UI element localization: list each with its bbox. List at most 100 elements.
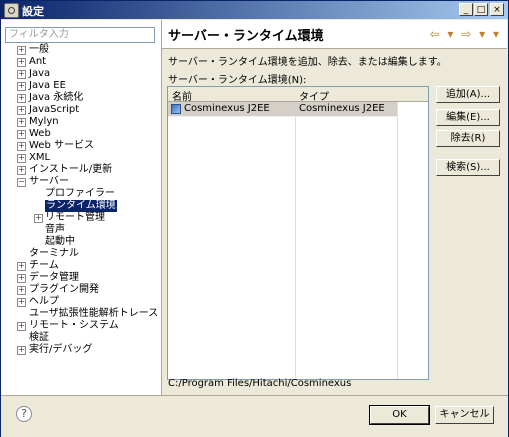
tree-item-user-trace[interactable]: ユーザ拡張性能解析トレース xyxy=(29,308,158,320)
gear-icon xyxy=(4,3,19,18)
tree-label: Mylyn xyxy=(29,116,59,127)
tree-item-web-services[interactable]: + Web サービス xyxy=(17,140,94,152)
tree-label: 一般 xyxy=(29,44,49,55)
expand-icon[interactable]: + xyxy=(17,58,26,67)
tree-item-remote-management[interactable]: + リモート管理 xyxy=(34,212,105,224)
tree-item-terminal[interactable]: ターミナル xyxy=(29,248,79,260)
expand-icon[interactable]: + xyxy=(17,286,26,295)
tree-label: チーム xyxy=(29,260,59,271)
search-button[interactable]: 検索(S)... xyxy=(436,159,500,176)
expand-icon[interactable]: + xyxy=(17,106,26,115)
close-button[interactable]: × xyxy=(490,3,504,16)
expand-icon[interactable]: + xyxy=(17,130,26,139)
expand-icon[interactable]: + xyxy=(17,298,26,307)
remove-button[interactable]: 除去(R) xyxy=(436,130,500,147)
tree-item-ant[interactable]: + Ant xyxy=(17,56,46,68)
minimize-button[interactable]: _ xyxy=(459,3,473,16)
column-header-name[interactable]: 名前 xyxy=(172,88,192,103)
ok-button[interactable]: OK xyxy=(369,405,430,425)
tree-item-runtime-environments[interactable]: ランタイム環境 xyxy=(45,200,117,212)
expand-icon[interactable]: + xyxy=(17,322,26,331)
expand-icon[interactable]: + xyxy=(17,94,26,103)
tree-item-mylyn[interactable]: + Mylyn xyxy=(17,116,59,128)
maximize-button[interactable]: □ xyxy=(474,3,488,16)
page-description: サーバー・ランタイム環境を追加、除去、または編集します。 xyxy=(168,57,447,68)
tree-label: 音声 xyxy=(45,224,65,235)
nav-arrows-icon[interactable]: ⇦ ▾ ⇨ ▾ ▾ xyxy=(430,27,501,41)
tree-label: Java xyxy=(29,68,51,79)
tree-label: データ管理 xyxy=(29,272,79,283)
tree-label: リモート・システム xyxy=(29,320,119,331)
preferences-window: 設定 _ □ × フィルタ入力 + 一般 + Ant + Java + Java EE … xyxy=(0,0,509,437)
expand-icon[interactable]: + xyxy=(17,154,26,163)
runtime-table[interactable]: 名前 タイプ Cosminexus J2EE Cosminexus J2EE xyxy=(167,86,429,380)
tree-item-plugin-development[interactable]: + プラグイン開発 xyxy=(17,284,99,296)
tree-label: ユーザ拡張性能解析トレース xyxy=(29,308,159,319)
tree-item-remote-systems[interactable]: + リモート・システム xyxy=(17,320,119,332)
window-title: 設定 xyxy=(22,5,44,18)
expand-icon[interactable]: + xyxy=(34,214,43,223)
tree-label: サーバー xyxy=(29,176,69,187)
tree-label: 実行/デバッグ xyxy=(29,344,93,355)
tree-item-xml[interactable]: + XML xyxy=(17,152,50,164)
expand-icon[interactable]: + xyxy=(17,82,26,91)
dialog-footer: ? OK キャンセル xyxy=(1,395,508,437)
tree-item-java-ee[interactable]: + Java EE xyxy=(17,80,66,92)
runtime-name: Cosminexus J2EE xyxy=(184,103,270,114)
tree-label: 検証 xyxy=(29,332,49,343)
tree-item-javascript[interactable]: + JavaScript xyxy=(17,104,79,116)
column-divider xyxy=(295,87,296,379)
tree-label: 起動中 xyxy=(45,236,75,247)
tree-label: Java EE xyxy=(29,80,66,91)
tree-label: プロファイラー xyxy=(45,188,115,199)
tree-label: Ant xyxy=(29,56,47,67)
expand-icon[interactable]: + xyxy=(17,70,26,79)
tree-item-web[interactable]: + Web xyxy=(17,128,51,140)
tree-item-server[interactable]: − サーバー xyxy=(17,176,69,188)
tree-label: Java 永続化 xyxy=(29,92,84,103)
tree-label: インストール/更新 xyxy=(29,164,113,175)
add-button[interactable]: 追加(A)... xyxy=(436,86,500,103)
tree-label: XML xyxy=(29,152,51,163)
table-row[interactable]: Cosminexus J2EE Cosminexus J2EE xyxy=(168,102,397,117)
expand-icon[interactable]: + xyxy=(17,46,26,55)
runtime-list-label: サーバー・ランタイム環境(N): xyxy=(168,75,307,86)
help-icon[interactable]: ? xyxy=(16,406,32,422)
server-icon xyxy=(171,104,181,114)
collapse-icon[interactable]: − xyxy=(17,178,26,187)
tree-item-run-debug[interactable]: + 実行/デバッグ xyxy=(17,344,92,356)
tree-label: ターミナル xyxy=(29,248,79,259)
title-bar: 設定 _ □ × xyxy=(1,1,508,19)
cancel-button[interactable]: キャンセル xyxy=(435,406,494,424)
tree-item-data-management[interactable]: + データ管理 xyxy=(17,272,79,284)
tree-label: リモート管理 xyxy=(45,212,105,223)
expand-icon[interactable]: + xyxy=(17,166,26,175)
tree-item-java-persistence[interactable]: + Java 永続化 xyxy=(17,92,83,104)
tree-item-general[interactable]: + 一般 xyxy=(17,44,49,56)
tree-item-startup[interactable]: 起動中 xyxy=(45,236,75,248)
tree-label: ランタイム環境 xyxy=(46,200,116,211)
column-header-type[interactable]: タイプ xyxy=(299,88,329,103)
filter-input[interactable]: フィルタ入力 xyxy=(5,27,155,43)
tree-item-help[interactable]: + ヘルプ xyxy=(17,296,59,308)
expand-icon[interactable]: + xyxy=(17,274,26,283)
expand-icon[interactable]: + xyxy=(17,142,26,151)
tree-item-audio[interactable]: 音声 xyxy=(45,224,65,236)
tree-item-java[interactable]: + Java xyxy=(17,68,50,80)
page-title: サーバー・ランタイム環境 xyxy=(168,29,324,44)
runtime-type: Cosminexus J2EE xyxy=(299,103,385,114)
expand-icon[interactable]: + xyxy=(17,262,26,271)
tree-item-team[interactable]: + チーム xyxy=(17,260,59,272)
expand-icon[interactable]: + xyxy=(17,118,26,127)
expand-icon[interactable]: + xyxy=(17,346,26,355)
runtime-path: C:/Program Files/Hitachi/Cosminexus xyxy=(168,378,352,389)
edit-button[interactable]: 編集(E)... xyxy=(436,109,500,126)
tree-item-profiler[interactable]: プロファイラー xyxy=(45,188,115,200)
tree-item-validation[interactable]: 検証 xyxy=(29,332,49,344)
tree-label: JavaScript xyxy=(29,104,80,115)
tree-item-install-update[interactable]: + インストール/更新 xyxy=(17,164,112,176)
column-divider xyxy=(397,87,398,379)
preference-page: サーバー・ランタイム環境 ⇦ ▾ ⇨ ▾ ▾ サーバー・ランタイム環境を追加、除… xyxy=(162,20,507,395)
tree-label: Web xyxy=(29,128,51,139)
tree-label: プラグイン開発 xyxy=(29,284,99,295)
